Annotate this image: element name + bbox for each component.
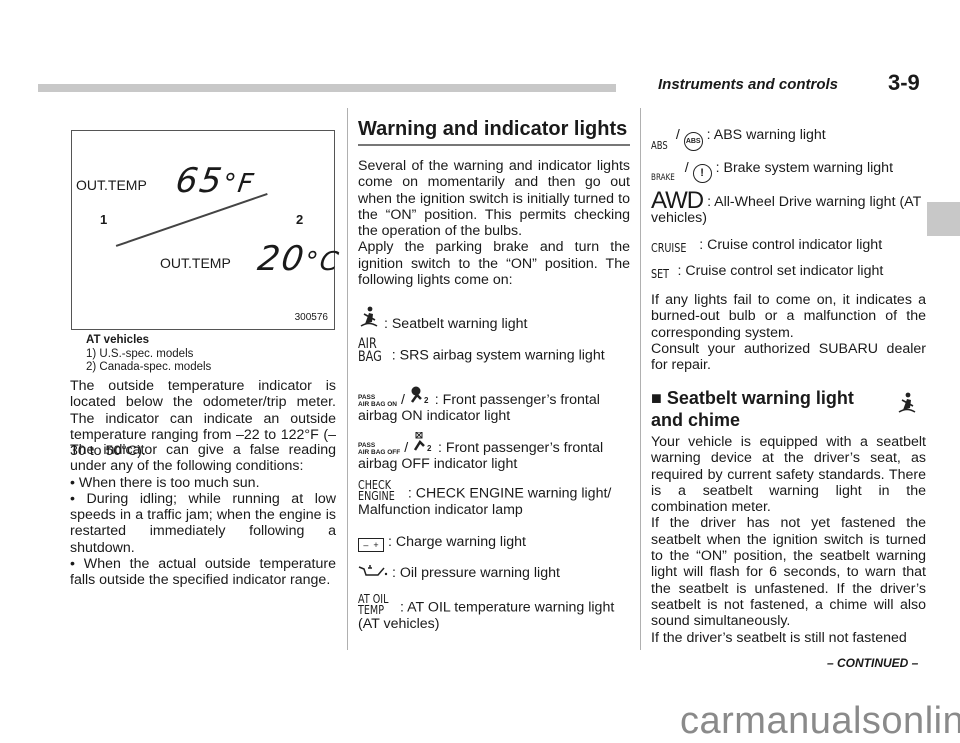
light-airbag: AIR BAG : SRS airbag system warning light [358, 336, 630, 365]
column-divider [347, 108, 348, 650]
paragraph-text: Your vehicle is equipped with a seatbelt… [651, 434, 926, 516]
passenger-airbag-on-icon: PASS AIR BAG ON [358, 394, 397, 408]
light-description: : Oil pressure warning light [391, 565, 560, 581]
passenger-airbag-off-icon: PASS AIR BAG OFF [358, 442, 401, 456]
light-description: : SRS airbag system warning light [391, 347, 605, 364]
temp-reading-f: 65°F [173, 161, 257, 201]
abs-circle-icon: ABS [683, 132, 703, 151]
paragraph-text: If the driver has not yet fastened the s… [651, 515, 926, 630]
light-charge: – + : Charge warning light [358, 534, 630, 552]
svg-text:2: 2 [427, 444, 432, 452]
paragraph-text: Consult your authorized SUBARU dealer fo… [651, 340, 926, 374]
paragraph: Several of the warning and indicator lig… [358, 158, 630, 288]
section-title: Warning and indicator lights [358, 118, 628, 140]
caption-item: 2) Canada-spec. models [86, 361, 212, 373]
callout-2: 2 [296, 212, 304, 227]
light-check-engine: CHECK ENGINE : CHECK ENGINE warning light… [358, 478, 630, 518]
out-temp-label: OUT.TEMP [76, 177, 147, 193]
outside-temp-figure: OUT.TEMP 65°F 1 2 OUT.TEMP 20°C 300576 [71, 130, 342, 330]
paragraph-text: Apply the parking brake and turn the ign… [358, 239, 630, 289]
cruise-icon: CRUISE [651, 241, 687, 256]
callout-1: 1 [100, 212, 108, 227]
light-passenger-airbag-off: PASS AIR BAG OFF / 2 : Front passenger’s … [358, 431, 630, 473]
light-brake: BRAKE / ! : Brake system warning light [651, 160, 894, 183]
passenger-seat-icon: 2 [409, 386, 431, 408]
figure-id: 300576 [294, 312, 328, 323]
light-description: : CHECK ENGINE warning light/ Malfunctio… [358, 485, 612, 518]
passenger-seat-off-icon: 2 [412, 431, 434, 456]
column-divider [640, 108, 641, 650]
paragraph-text: If the driver’s seatbelt is still not fa… [651, 629, 907, 646]
page-number: 3-9 [888, 70, 920, 95]
light-abs: ABS / ABS : ABS warning light [651, 127, 826, 152]
watermark: carmanualsonline.info [680, 700, 960, 742]
out-temp-label: OUT.TEMP [160, 255, 231, 271]
light-description: : ABS warning light [706, 127, 826, 143]
figure-caption: AT vehicles 1) U.S.-spec. models 2) Cana… [78, 334, 211, 375]
section-header: Instruments and controls [658, 76, 839, 93]
set-icon: SET [651, 267, 670, 282]
abs-text-icon: ABS [651, 140, 668, 152]
light-set: SET : Cruise control set indicator light [651, 263, 926, 282]
light-awd: AWD : All-Wheel Drive warning light (AT … [651, 189, 926, 227]
brake-circle-icon: ! [692, 164, 712, 183]
temp-reading-c: 20°C [255, 239, 343, 279]
bullet-item: When the actual outside temperature fall… [70, 556, 336, 589]
paragraph: If any lights fail to come on, it indica… [651, 292, 926, 373]
chapter-tab [927, 202, 960, 236]
light-passenger-airbag-on: PASS AIR BAG ON / 2 : Front passenger’s f… [358, 386, 630, 425]
caption-item: 1) U.S.-spec. models [86, 347, 194, 360]
header-rule [38, 84, 616, 92]
svg-text:2: 2 [424, 396, 429, 404]
seatbelt-icon [896, 392, 918, 419]
light-description: : Brake system warning light [715, 160, 894, 176]
square-bullet-icon: ■ [651, 388, 662, 408]
bullet-item: During idling; while running at low spee… [70, 491, 336, 556]
light-seatbelt: : Seatbelt warning light [358, 306, 630, 332]
oil-can-icon [358, 565, 388, 581]
check-engine-icon: CHECK ENGINE [358, 478, 395, 503]
bullet-item: When there is too much sun. [70, 475, 336, 491]
subsection-title: ■ Seatbelt warning light and chime [651, 387, 881, 431]
subsection-title-text: Seatbelt warning light and chime [651, 388, 854, 430]
paragraph-text: Several of the warning and indicator lig… [358, 158, 630, 240]
light-oil-pressure: : Oil pressure warning light [358, 563, 630, 581]
light-description: : Cruise control indicator light [699, 237, 883, 253]
paragraph-text: The indicator can give a false reading u… [70, 442, 336, 475]
battery-icon: – + [358, 538, 384, 552]
light-description: : AT OIL temperature warning light (AT v… [358, 599, 615, 632]
light-cruise: CRUISE : Cruise control indicator light [651, 237, 926, 256]
paragraph: The indicator can give a false reading u… [70, 442, 336, 589]
light-description: : Charge warning light [387, 534, 526, 550]
light-at-oil-temp: AT OIL TEMP : AT OIL temperature warning … [358, 592, 630, 632]
airbag-icon: AIR BAG [358, 336, 382, 365]
light-description: : Seatbelt warning light [383, 316, 528, 332]
brake-text-icon: BRAKE [651, 173, 675, 183]
light-description: : Cruise control set indicator light [677, 263, 884, 279]
caption-title: AT vehicles [86, 334, 150, 346]
continued-label: – CONTINUED – [827, 656, 919, 670]
section-rule [358, 144, 630, 146]
at-oil-temp-icon: AT OIL TEMP [358, 592, 389, 617]
paragraph-text: If any lights fail to come on, it indica… [651, 292, 926, 341]
paragraph: Your vehicle is equipped with a seatbelt… [651, 434, 926, 646]
seatbelt-icon [358, 306, 380, 332]
